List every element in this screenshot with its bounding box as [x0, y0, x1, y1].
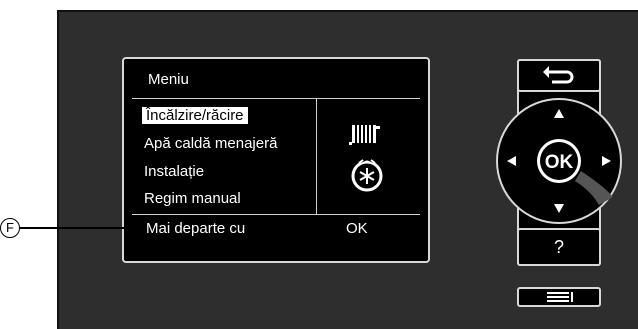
- callout-line: [20, 227, 142, 229]
- heating-cooling-snowflake-icon: [351, 157, 383, 192]
- menu-item-installation[interactable]: Instalație: [144, 163, 204, 180]
- menu-item-manual-mode[interactable]: Regim manual: [144, 190, 241, 207]
- back-arrow-icon: [543, 66, 574, 84]
- vertical-divider: [316, 99, 317, 214]
- top-divider: [132, 98, 420, 99]
- menu-item-hot-water[interactable]: Apă caldă menajeră: [144, 135, 277, 152]
- footer-hint: Mai departe cu: [146, 220, 246, 237]
- back-button[interactable]: [517, 59, 601, 92]
- display-screen: Meniu Încălzire/răcire Apă caldă menajer…: [122, 57, 430, 263]
- ok-button[interactable]: OK: [545, 152, 574, 173]
- help-button[interactable]: ?: [517, 228, 601, 266]
- bottom-divider: [132, 214, 420, 215]
- footer-ok: OK: [346, 220, 368, 237]
- menu-list-icon: [547, 292, 573, 302]
- menu-item-heating-cooling[interactable]: Încălzire/răcire: [142, 107, 248, 124]
- menu-button[interactable]: [517, 287, 601, 307]
- menu-title: Meniu: [148, 71, 189, 88]
- navigation-dpad[interactable]: OK: [495, 97, 623, 225]
- radiator-icon: [349, 125, 380, 145]
- callout-label: F: [0, 218, 20, 238]
